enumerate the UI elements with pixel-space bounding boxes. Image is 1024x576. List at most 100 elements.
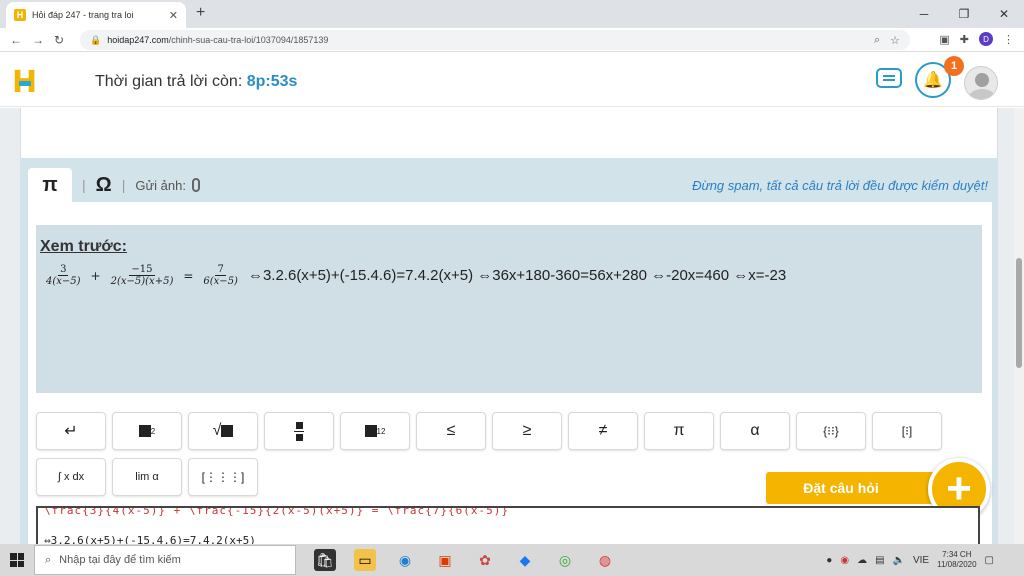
taskbar-search[interactable]: ⌕ Nhập tại đây để tìm kiếm [34, 545, 296, 575]
key-nth-root[interactable]: √ [188, 412, 258, 450]
math-pi-tab[interactable]: π [28, 168, 72, 202]
key-greater-equal[interactable]: ≥ [492, 412, 562, 450]
toolbar-separator: | [82, 177, 86, 193]
placeholder-square-icon [221, 425, 234, 437]
timer-value: 8p:53s [246, 73, 298, 90]
fraction-2: −15 2(x−5)(x+5) [109, 264, 176, 287]
answer-card-top [20, 108, 998, 158]
avatar[interactable] [964, 66, 998, 100]
taskbar-apps: 🛍 ▭ ◉ ▣ ✿ ◆ ◎ ◍ [314, 549, 616, 571]
plus-operator: + [90, 268, 101, 283]
chat-icon[interactable] [876, 68, 902, 88]
fraction-denominator: 4(x−5) [46, 276, 81, 287]
maximize-icon[interactable]: ❐ [944, 0, 984, 28]
profile-icon[interactable]: D [979, 32, 993, 46]
app-icon[interactable]: ◎ [554, 549, 576, 571]
nav-buttons: ← → ↻ [0, 33, 80, 47]
app-icon[interactable]: ◆ [514, 549, 536, 571]
source-line-1: \frac{3}{4(x-5)} + \frac{-15}{2(x-5)(x+5… [44, 506, 509, 517]
zoom-icon[interactable]: ⌕ [874, 34, 880, 47]
forward-icon[interactable]: → [32, 33, 44, 47]
url-path: /chinh-sua-cau-tra-loi/1037094/1857139 [168, 35, 329, 45]
fraction-3: 7 6(x−5) [201, 264, 240, 287]
preview-solution-steps: ⇔3.2.6(x+5)+(-15.4.6)=7.4.2(x+5) ⇔36x+18… [247, 267, 787, 284]
preview-box [36, 225, 982, 393]
fraction-denominator: 6(x−5) [203, 276, 238, 287]
ask-question-button[interactable]: Đặt câu hỏi [766, 472, 936, 504]
source-line-2: ⇔3.2.6(x+5)+(-15.4.6)=7.4.2(x+5) [44, 534, 256, 544]
new-tab-button[interactable]: + [196, 4, 205, 22]
key-system-brace[interactable]: {⁝⁝} [796, 412, 866, 450]
notifications-icon[interactable]: ▢ [985, 555, 994, 566]
edge-icon[interactable]: ◉ [394, 549, 416, 571]
windows-icon [10, 553, 24, 567]
key-not-equal[interactable]: ≠ [568, 412, 638, 450]
address-bar-row: ← → ↻ 🔒 hoidap247.com /chinh-sua-cau-tra… [0, 28, 1024, 52]
key-matrix[interactable]: [⋮⋮⋮] [188, 458, 258, 496]
volume-icon[interactable]: 🔈 [893, 555, 905, 566]
start-button[interactable] [0, 544, 34, 576]
tray-icon[interactable]: ● [826, 555, 832, 566]
spam-notice: Đừng spam, tất cả câu trả lời đều được k… [692, 178, 988, 193]
fraction-numerator: 3 [58, 264, 69, 276]
lock-icon: 🔒 [90, 34, 102, 45]
key-fraction[interactable] [264, 412, 334, 450]
store-icon[interactable]: 🛍 [314, 549, 336, 571]
latex-source-editor[interactable]: \frac{3}{4(x-5)} + \frac{-15}{2(x-5)(x+5… [36, 506, 980, 544]
network-icon[interactable]: ▤ [875, 555, 884, 566]
site-favicon-icon: H [14, 9, 26, 21]
minimize-icon[interactable]: ─ [904, 0, 944, 28]
key-bracket-matrix[interactable]: [⁝] [872, 412, 942, 450]
app-icon[interactable]: ✿ [474, 549, 496, 571]
key-limit[interactable]: lim α [112, 458, 182, 496]
editor-toolbar: π | Ω | Gửi ảnh: [28, 168, 200, 202]
folder-icon[interactable]: ▭ [354, 549, 376, 571]
reload-icon[interactable]: ↻ [54, 33, 64, 47]
extension-icon[interactable]: ▣ [939, 33, 949, 46]
close-window-icon[interactable]: ✕ [984, 0, 1024, 28]
taskbar-search-placeholder: Nhập tại đây để tìm kiếm [59, 554, 181, 566]
puzzle-icon[interactable]: ✚ [960, 33, 969, 46]
search-icon: ⌕ [45, 553, 52, 566]
placeholder-square-icon [364, 425, 377, 437]
preview-title: Xem trước: [40, 238, 127, 255]
key-subscript[interactable]: 12 [340, 412, 410, 450]
clock-date: 11/08/2020 [937, 560, 977, 569]
key-integral[interactable]: ∫ x dx [36, 458, 106, 496]
window-controls: ─ ❐ ✕ [904, 0, 1024, 28]
answer-timer: Thời gian trả lời còn: 8p:53s [95, 73, 297, 91]
key-power[interactable]: 2 [112, 412, 182, 450]
key-enter[interactable]: ↵ [36, 412, 106, 450]
tab-close-icon[interactable]: ✕ [169, 9, 178, 22]
special-chars-tab[interactable]: Ω [96, 174, 112, 197]
language-indicator[interactable]: VIE [913, 555, 929, 566]
page-scrollbar[interactable] [1014, 108, 1024, 544]
tab-title: Hỏi đáp 247 - trang tra loi [32, 10, 134, 20]
clock[interactable]: 7:34 CH 11/08/2020 [937, 550, 976, 570]
onedrive-icon[interactable]: ☁ [857, 555, 867, 566]
logo-bar [19, 81, 31, 86]
timer-label: Thời gian trả lời còn: [95, 73, 247, 90]
bookmark-star-icon[interactable]: ☆ [890, 34, 900, 47]
office-icon[interactable]: ▣ [434, 549, 456, 571]
fraction-denominator: 2(x−5)(x+5) [110, 276, 174, 287]
back-icon[interactable]: ← [10, 33, 22, 47]
tray-icon[interactable]: ◉ [840, 555, 849, 566]
menu-dots-icon[interactable]: ⋮ [1003, 33, 1014, 46]
url-field[interactable]: 🔒 hoidap247.com /chinh-sua-cau-tra-loi/1… [80, 30, 910, 50]
toolbar-separator: | [121, 177, 126, 193]
key-less-equal[interactable]: ≤ [416, 412, 486, 450]
scrollbar-thumb[interactable] [1016, 258, 1022, 368]
upload-image-button[interactable]: Gửi ảnh: [135, 178, 200, 193]
root-symbol: √ [212, 422, 222, 439]
key-alpha[interactable]: α [720, 412, 790, 450]
equals-operator: = [183, 268, 194, 283]
chrome-icon[interactable]: ◍ [594, 549, 616, 571]
key-pi[interactable]: π [644, 412, 714, 450]
preview-math: 3 4(x−5) + −15 2(x−5)(x+5) = 7 6(x−5) ⇔3… [40, 264, 786, 287]
site-header: H Thời gian trả lời còn: 8p:53s [0, 53, 1024, 107]
bracket-matrix-icon: [⁝] [901, 424, 913, 438]
browser-tab[interactable]: H Hỏi đáp 247 - trang tra loi ✕ [6, 2, 186, 28]
fraction-icon [294, 421, 304, 441]
site-logo[interactable]: H [12, 65, 37, 100]
